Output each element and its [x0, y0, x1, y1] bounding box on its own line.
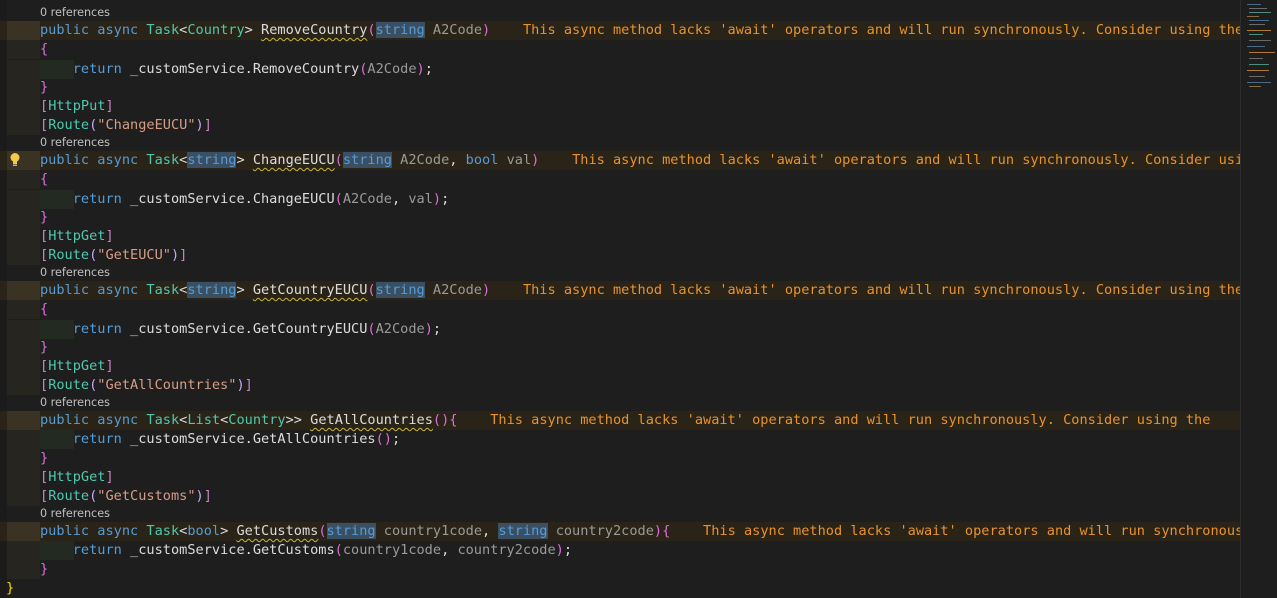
code-line-attribute[interactable]: [HttpGet]	[0, 227, 1240, 246]
codelens-references[interactable]: 0 references	[40, 396, 110, 410]
warning-text: This async method lacks 'await' operator…	[703, 523, 1240, 539]
code-line[interactable]: return _customService.RemoveCountry(A2Co…	[0, 60, 1240, 79]
code-line-signature-change-eucu[interactable]: public async Task<string> ChangeEUCU(str…	[0, 151, 1240, 170]
minimap[interactable]	[1240, 0, 1277, 598]
warning-text: This async method lacks 'await' operator…	[522, 282, 1240, 298]
code-line[interactable]: }	[0, 208, 1240, 227]
code-line[interactable]: {	[0, 170, 1240, 189]
code-line[interactable]: {	[0, 40, 1240, 59]
code-line[interactable]: return _customService.GetCustoms(country…	[0, 541, 1240, 560]
code-line-attribute[interactable]: [Route("GetCustoms")]	[0, 487, 1240, 506]
code-line[interactable]: }	[0, 449, 1240, 468]
method-name: RemoveCountry	[261, 22, 368, 38]
lightbulb-icon[interactable]	[9, 152, 21, 168]
code-line[interactable]: }	[0, 560, 1240, 579]
code-line[interactable]: }	[0, 338, 1240, 357]
codelens-references[interactable]: 0 references	[40, 136, 110, 150]
code-line-signature-get-all-countries[interactable]: public async Task<List<Country>> GetAllC…	[0, 411, 1240, 430]
code-line-attribute[interactable]: [Route("GetEUCU")]	[0, 246, 1240, 265]
method-name: GetCustoms	[236, 523, 319, 539]
codelens-references[interactable]: 0 references	[40, 266, 110, 280]
code-line-attribute[interactable]: [HttpGet]	[0, 357, 1240, 376]
code-line[interactable]: return _customService.ChangeEUCU(A2Code,…	[0, 190, 1240, 209]
warning-text: This async method lacks 'await' operator…	[522, 22, 1240, 38]
code-line[interactable]: return _customService.GetCountryEUCU(A2C…	[0, 320, 1240, 339]
warning-text: This async method lacks 'await' operator…	[572, 152, 1240, 168]
code-line-attribute[interactable]: [Route("ChangeEUCU")]	[0, 116, 1240, 135]
code-line-signature-get-customs[interactable]: public async Task<bool> GetCustoms(strin…	[0, 522, 1240, 541]
code-line[interactable]: {	[0, 300, 1240, 319]
code-line[interactable]: }	[0, 78, 1240, 97]
code-line[interactable]: }	[0, 579, 1240, 598]
method-name: ChangeEUCU	[252, 152, 335, 168]
codelens-references[interactable]: 0 references	[40, 507, 110, 521]
codelens-references[interactable]: 0 references	[40, 6, 110, 20]
warning-text: This async method lacks 'await' operator…	[490, 412, 1211, 428]
code-line-attribute[interactable]: [HttpGet]	[0, 468, 1240, 487]
method-name: GetCountryEUCU	[252, 282, 368, 298]
code-line-attribute[interactable]: [HttpPut]	[0, 97, 1240, 116]
method-name: GetAllCountries	[310, 412, 433, 428]
code-line[interactable]: return _customService.GetAllCountries();	[0, 430, 1240, 449]
code-line-signature-get-country-eucu[interactable]: public async Task<string> GetCountryEUCU…	[0, 281, 1240, 300]
code-line-attribute[interactable]: [Route("GetAllCountries")]	[0, 376, 1240, 395]
code-editor[interactable]: 0 references public async Task<Country> …	[0, 0, 1240, 598]
code-line-signature-remove-country[interactable]: public async Task<Country> RemoveCountry…	[0, 21, 1240, 40]
